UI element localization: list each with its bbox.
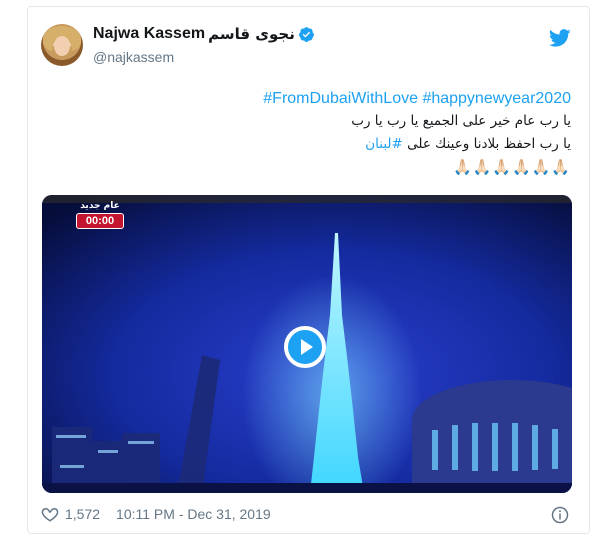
tweet-line-2: يا رب احفظ بلادنا وعينك على #لبنان — [51, 133, 571, 156]
tweet-line-1: يا رب عام خير على الجميع يا رب يا رب — [351, 113, 571, 129]
tweet-line-2-text: يا رب احفظ بلادنا وعينك على — [402, 136, 571, 152]
tweet-card: Najwa Kassem نجوى قاسم @najkassem #FromD… — [27, 6, 590, 534]
praying-hands-emojis: 🙏🏻🙏🏻🙏🏻🙏🏻🙏🏻🙏🏻 — [452, 159, 571, 176]
like-count: 1,572 — [65, 506, 101, 522]
twitter-bird-icon[interactable] — [549, 27, 571, 49]
author-name[interactable]: Najwa Kassem — [93, 25, 205, 43]
play-button[interactable] — [284, 326, 326, 368]
tweet-timestamp[interactable]: 10:11 PM - Dec 31, 2019 — [116, 506, 271, 522]
author-handle[interactable]: @najkassem — [93, 49, 174, 65]
avatar-face — [54, 36, 70, 56]
overlay-time: 00:00 — [76, 213, 124, 229]
author-name-arabic[interactable]: نجوى قاسم — [208, 25, 295, 43]
avatar[interactable] — [41, 24, 83, 66]
video-player[interactable]: عام جديد 00:00 — [42, 195, 572, 493]
hashtag-lebanon-link[interactable]: #لبنان — [365, 136, 403, 152]
tweet-footer: 1,572 10:11 PM - Dec 31, 2019 — [41, 505, 271, 523]
author-row: Najwa Kassem نجوى قاسم — [93, 25, 315, 43]
heart-icon[interactable] — [41, 505, 59, 523]
tweet-hashtags[interactable]: #FromDubaiWithLove #happynewyear2020 — [51, 87, 571, 110]
overlay-label: عام جديد — [80, 201, 120, 211]
tweet-body: #FromDubaiWithLove #happynewyear2020 يا … — [51, 87, 571, 179]
play-icon — [301, 339, 313, 355]
info-icon[interactable] — [551, 506, 569, 524]
channel-overlay: عام جديد 00:00 — [76, 201, 124, 229]
verified-badge-icon — [298, 26, 314, 42]
